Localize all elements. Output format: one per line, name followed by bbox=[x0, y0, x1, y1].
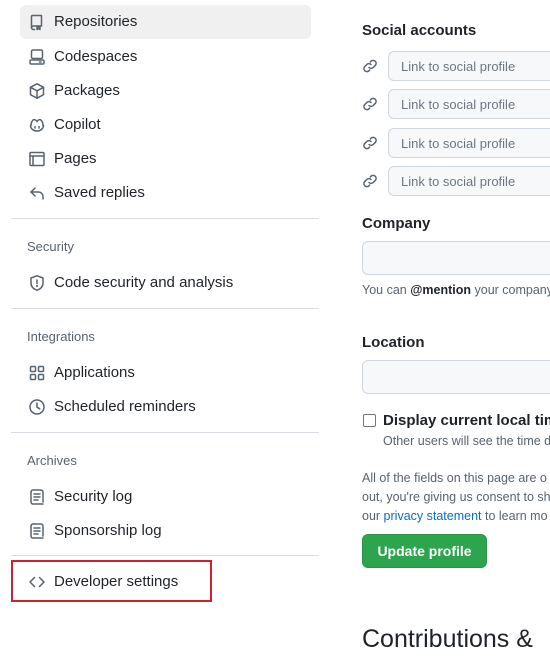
hint-text: You can bbox=[362, 283, 411, 297]
shield-icon bbox=[28, 274, 46, 292]
update-profile-button[interactable]: Update profile bbox=[362, 534, 487, 568]
reply-icon bbox=[28, 184, 46, 202]
sidebar-item-sponsorship-log[interactable]: Sponsorship log bbox=[20, 514, 311, 548]
link-icon bbox=[362, 135, 378, 151]
local-time-note: Other users will see the time d bbox=[383, 434, 550, 448]
repo-icon bbox=[28, 13, 46, 31]
sidebar-divider bbox=[11, 432, 319, 433]
company-input[interactable] bbox=[362, 241, 550, 275]
sidebar-item-label: Code security and analysis bbox=[54, 274, 234, 291]
apps-icon bbox=[28, 364, 46, 382]
location-input[interactable] bbox=[362, 360, 550, 394]
link-icon bbox=[362, 58, 378, 74]
package-icon bbox=[28, 82, 46, 100]
sidebar-divider bbox=[11, 218, 319, 219]
company-hint: You can @mention your company bbox=[362, 282, 550, 298]
consent-line: All of the fields on this page are o bbox=[362, 471, 547, 485]
social-row bbox=[362, 51, 550, 81]
contributions-section-title: Contributions & bbox=[362, 625, 533, 653]
sidebar-item-scheduled-reminders[interactable]: Scheduled reminders bbox=[20, 390, 311, 424]
sidebar-item-label: Scheduled reminders bbox=[54, 398, 196, 415]
hint-text: your company bbox=[471, 283, 550, 297]
sidebar-item-applications[interactable]: Applications bbox=[20, 356, 311, 390]
social-row bbox=[362, 128, 550, 158]
log-icon bbox=[28, 488, 46, 506]
sidebar-item-label: Pages bbox=[54, 150, 97, 167]
log-icon bbox=[28, 522, 46, 540]
social-profile-input[interactable] bbox=[388, 89, 550, 119]
link-icon bbox=[362, 96, 378, 112]
consent-text: to learn mo bbox=[481, 509, 548, 523]
social-profile-input[interactable] bbox=[388, 166, 550, 196]
location-heading: Location bbox=[362, 334, 425, 351]
pages-icon bbox=[28, 150, 46, 168]
sidebar-item-codespaces[interactable]: Codespaces bbox=[20, 40, 311, 74]
sidebar-item-label: Repositories bbox=[54, 13, 138, 30]
link-icon bbox=[362, 173, 378, 189]
sidebar-item-code-security[interactable]: Code security and analysis bbox=[20, 266, 311, 300]
sidebar-item-label: Codespaces bbox=[54, 48, 138, 65]
sidebar-item-label: Applications bbox=[54, 364, 135, 381]
sidebar-item-saved-replies[interactable]: Saved replies bbox=[20, 176, 311, 210]
social-accounts-heading: Social accounts bbox=[362, 22, 477, 39]
consent-text: our bbox=[362, 509, 384, 523]
sidebar-item-security-log[interactable]: Security log bbox=[20, 480, 311, 514]
sidebar-item-repositories[interactable]: Repositories bbox=[20, 5, 311, 39]
sidebar-item-label: Copilot bbox=[54, 116, 101, 133]
sidebar-item-label: Packages bbox=[54, 82, 120, 99]
developer-settings-highlight bbox=[11, 560, 212, 602]
company-heading: Company bbox=[362, 215, 431, 232]
social-row bbox=[362, 89, 550, 119]
copilot-icon bbox=[28, 116, 46, 134]
sidebar-item-label: Sponsorship log bbox=[54, 522, 162, 539]
sidebar-item-label: Saved replies bbox=[54, 184, 145, 201]
social-row bbox=[362, 166, 550, 196]
local-time-checkbox[interactable] bbox=[363, 414, 376, 427]
sidebar-item-copilot[interactable]: Copilot bbox=[20, 108, 311, 142]
sidebar-heading-integrations: Integrations bbox=[27, 329, 95, 344]
sidebar-heading-archives: Archives bbox=[27, 453, 77, 468]
sidebar-divider bbox=[11, 555, 319, 556]
sidebar-item-pages[interactable]: Pages bbox=[20, 142, 311, 176]
social-profile-input[interactable] bbox=[388, 128, 550, 158]
consent-line: our privacy statement to learn mo bbox=[362, 508, 548, 524]
sidebar-heading-security: Security bbox=[27, 239, 74, 254]
local-time-label: Display current local time bbox=[383, 412, 550, 429]
codespaces-icon bbox=[28, 48, 46, 66]
mention-text: @mention bbox=[410, 283, 472, 297]
settings-sidebar: Repositories Codespaces Packages Copilot… bbox=[0, 0, 330, 667]
social-profile-input[interactable] bbox=[388, 51, 550, 81]
sidebar-divider bbox=[11, 308, 319, 309]
consent-line: out, you're giving us consent to sh bbox=[362, 490, 550, 504]
profile-form: Social accounts Company You can @mention… bbox=[362, 0, 550, 667]
sidebar-item-label: Security log bbox=[54, 488, 133, 505]
privacy-statement-link[interactable]: privacy statement bbox=[384, 509, 482, 523]
clock-icon bbox=[28, 398, 46, 416]
sidebar-item-packages[interactable]: Packages bbox=[20, 74, 311, 108]
